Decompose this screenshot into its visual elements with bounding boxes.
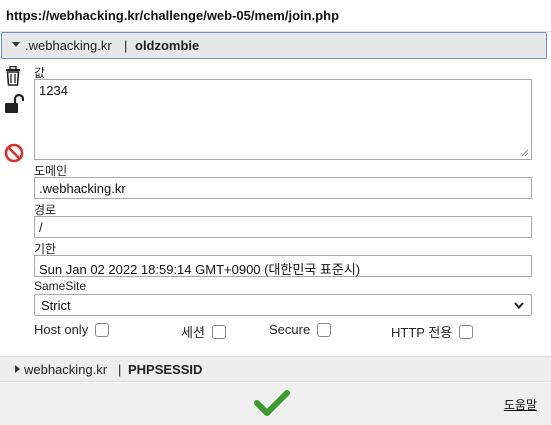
cookie-domain: .webhacking.kr — [25, 38, 112, 53]
cookie-separator: | — [124, 38, 128, 53]
httponly-label: HTTP 전용 — [391, 325, 453, 340]
cookie-header-oldzombie[interactable]: .webhacking.kr | oldzombie — [1, 32, 547, 59]
footer-bar: 도움말 — [0, 383, 551, 425]
session-label: 세션 — [181, 325, 205, 340]
domain-input[interactable]: .webhacking.kr — [34, 177, 532, 199]
expires-input[interactable]: Sun Jan 02 2022 18:59:14 GMT+0900 (대한민국 … — [34, 255, 532, 277]
httponly-option: HTTP 전용 — [391, 322, 474, 341]
page-url: https://webhacking.kr/challenge/web-05/m… — [6, 8, 340, 23]
cookie-name: oldzombie — [135, 38, 200, 53]
secure-checkbox[interactable] — [317, 322, 332, 337]
help-link[interactable]: 도움말 — [504, 396, 537, 413]
samesite-label: SameSite — [34, 279, 87, 293]
cookie-header-phpsessid[interactable]: webhacking.kr | PHPSESSID — [0, 356, 551, 382]
resize-handle-icon[interactable] — [521, 149, 529, 157]
hostonly-checkbox[interactable] — [95, 322, 110, 337]
unlock-icon[interactable] — [4, 94, 24, 114]
chevron-right-icon — [15, 365, 20, 373]
session-checkbox[interactable] — [211, 324, 226, 339]
session-option: 세션 — [181, 322, 226, 341]
samesite-select[interactable]: Strict — [34, 294, 532, 316]
path-input[interactable]: / — [34, 216, 532, 238]
chevron-down-icon — [12, 42, 20, 47]
hostonly-option: Host only — [34, 322, 110, 337]
value-text: 1234 — [39, 83, 68, 98]
block-icon[interactable] — [4, 143, 24, 163]
httponly-checkbox[interactable] — [459, 324, 474, 339]
cookie2-separator: | — [118, 362, 122, 377]
trash-icon[interactable] — [5, 66, 21, 86]
cookie2-name: PHPSESSID — [128, 362, 203, 377]
checkmark-icon[interactable] — [254, 389, 290, 420]
url-bar: https://webhacking.kr/challenge/web-05/m… — [0, 0, 551, 32]
secure-option: Secure — [269, 322, 332, 337]
value-textarea[interactable]: 1234 — [34, 79, 532, 160]
hostonly-label: Host only — [34, 322, 89, 337]
cookie2-domain: webhacking.kr — [24, 362, 108, 377]
samesite-value: Strict — [41, 298, 71, 313]
secure-label: Secure — [269, 322, 311, 337]
chevron-down-icon — [514, 302, 524, 310]
